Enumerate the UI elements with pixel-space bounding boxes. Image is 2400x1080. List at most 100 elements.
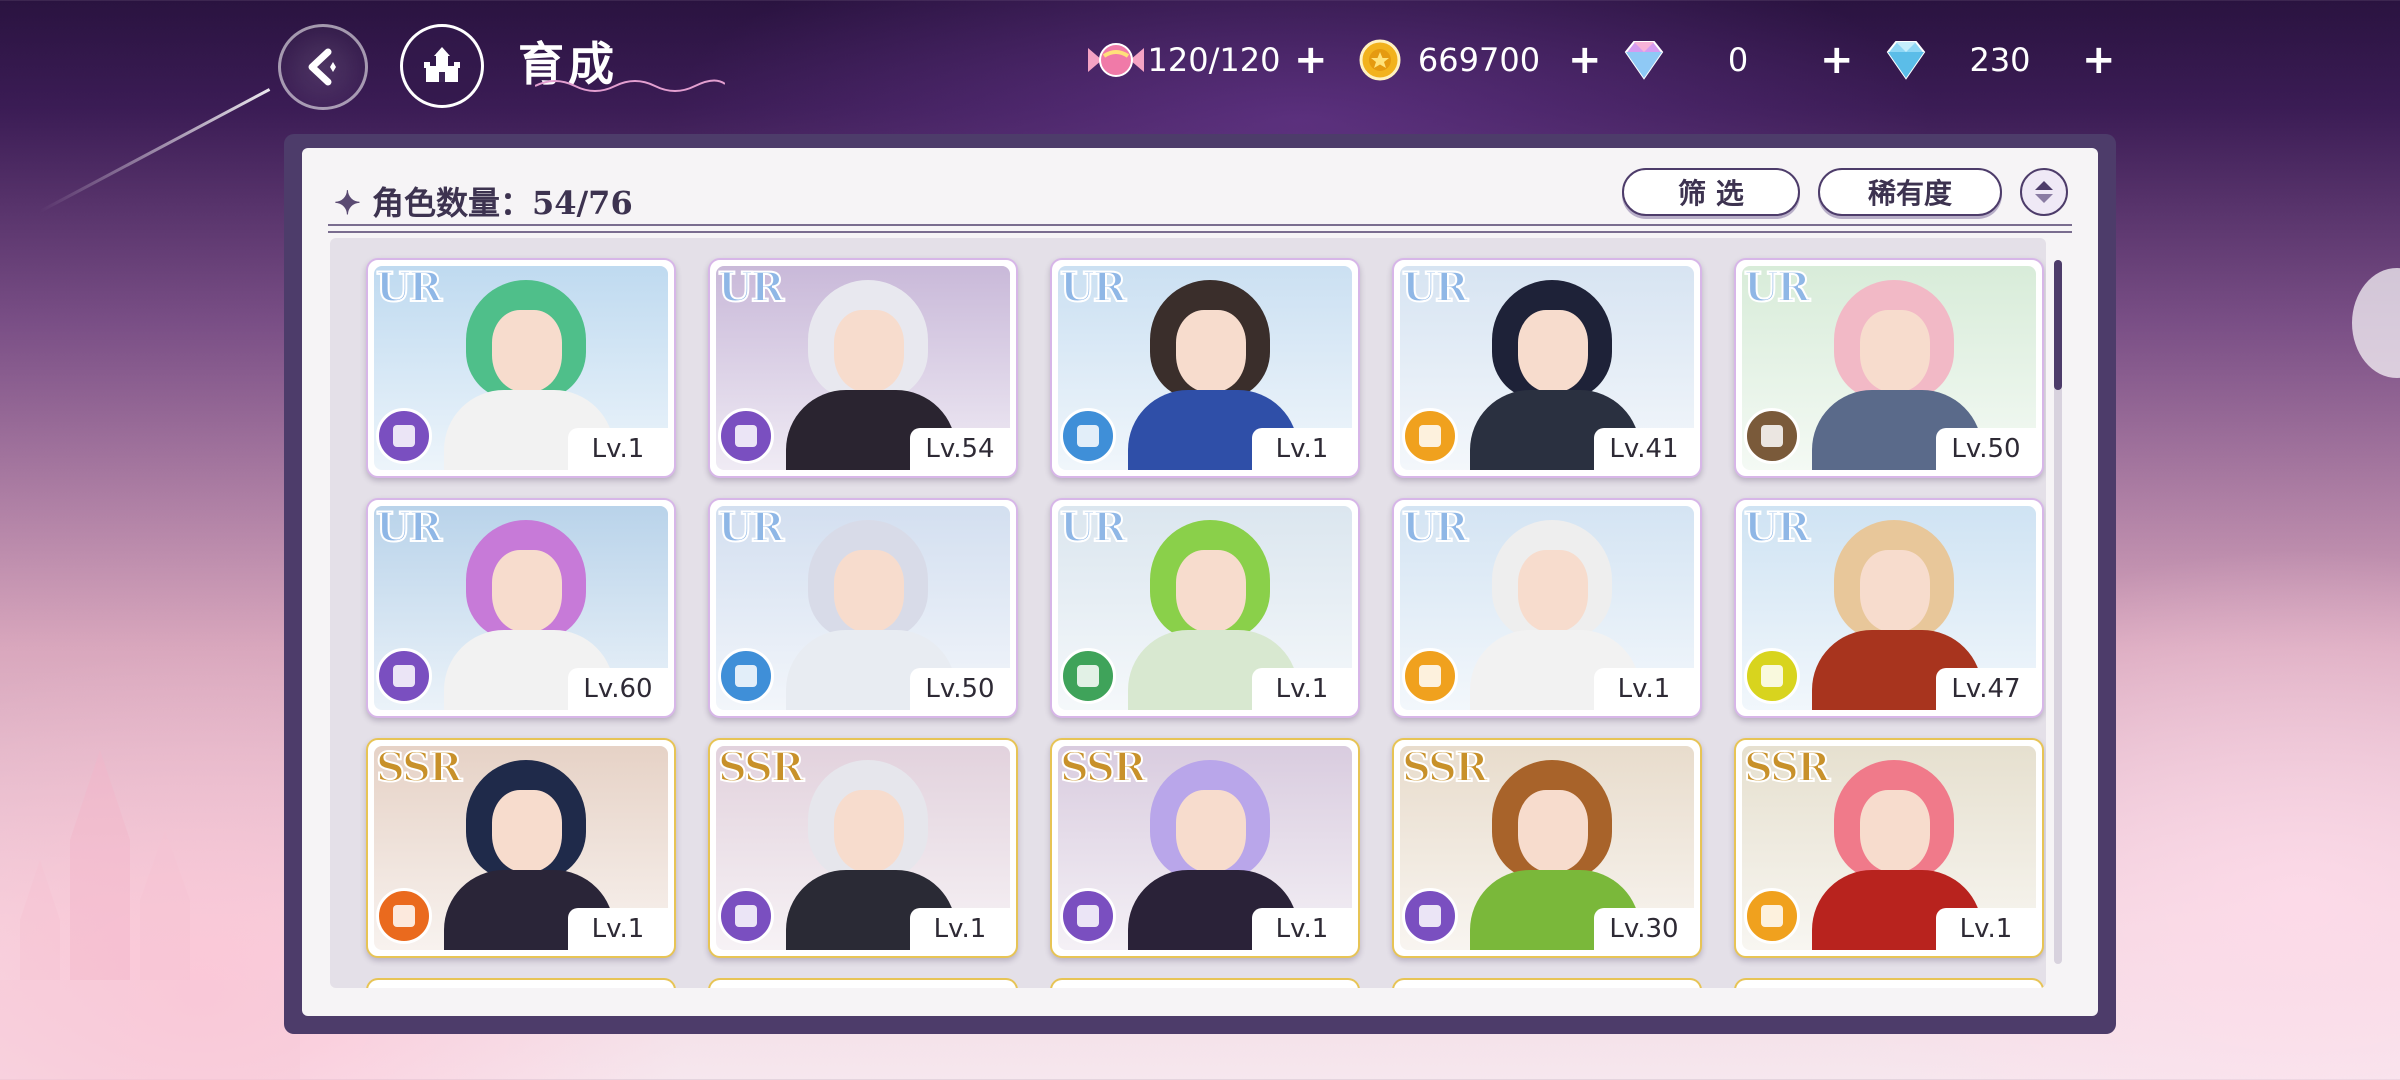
rainbow-gem-icon: [1624, 41, 1664, 80]
character-card[interactable]: UR Lv.1: [1050, 258, 1360, 478]
level-label: Lv.1: [568, 428, 668, 470]
rarity-label: UR: [1743, 503, 1811, 552]
sort-order-button[interactable]: [2020, 168, 2068, 216]
panel-header: ✦ 角色数量：54/76 筛 选 稀有度: [302, 148, 2098, 233]
character-card[interactable]: SSR Lv.1: [1050, 738, 1360, 958]
rarity-label: SSR: [1059, 743, 1147, 792]
attribute-icon: [1060, 888, 1116, 944]
sparkle-icon: ✦: [334, 184, 372, 222]
character-card-peek[interactable]: [708, 978, 1018, 988]
attribute-icon: [718, 648, 774, 704]
diamond-icon: [1886, 41, 1926, 80]
character-card[interactable]: UR Lv.50: [708, 498, 1018, 718]
level-label: Lv.50: [1936, 428, 2036, 470]
rarity-label: UR: [375, 503, 443, 552]
character-count: ✦ 角色数量：54/76: [334, 184, 633, 222]
character-card[interactable]: SSR Lv.1: [1734, 738, 2044, 958]
title-script-decoration: [535, 79, 725, 92]
rarity-label: UR: [1401, 263, 1469, 312]
character-card[interactable]: UR Lv.47: [1734, 498, 2044, 718]
rarity-label: SSR: [1743, 743, 1831, 792]
character-card-peek[interactable]: [1734, 978, 2044, 988]
rarity-label: SSR: [375, 743, 463, 792]
rainbow-gem-value: 0: [1727, 41, 1749, 79]
gold-coin-icon: [1359, 39, 1401, 81]
level-label: Lv.54: [910, 428, 1010, 470]
diamond-value: 230: [1969, 41, 2031, 79]
character-card[interactable]: UR Lv.1: [1392, 498, 1702, 718]
scrollbar-thumb[interactable]: [2054, 260, 2062, 390]
castle-silhouette-decoration: [0, 750, 300, 1080]
gold-add-button[interactable]: +: [1568, 37, 1602, 83]
attribute-icon: [718, 408, 774, 464]
level-label: Lv.30: [1594, 908, 1694, 950]
level-label: Lv.41: [1594, 428, 1694, 470]
attribute-icon: [1744, 648, 1800, 704]
back-button[interactable]: [278, 24, 368, 110]
level-label: Lv.1: [1936, 908, 2036, 950]
diamond-add-button[interactable]: +: [2082, 37, 2116, 83]
character-card[interactable]: UR Lv.41: [1392, 258, 1702, 478]
level-label: Lv.1: [1594, 668, 1694, 710]
character-card[interactable]: UR Lv.50: [1734, 258, 2044, 478]
character-grid: UR Lv.1 UR Lv.54 UR Lv.1 UR Lv.41 UR Lv.50 UR Lv.60…: [330, 238, 2046, 988]
castle-home-icon: [424, 47, 460, 82]
character-card[interactable]: UR Lv.60: [366, 498, 676, 718]
candy-icon: [1088, 43, 1144, 77]
rarity-label: UR: [1743, 263, 1811, 312]
character-card-peek[interactable]: [1050, 978, 1360, 988]
character-card[interactable]: UR Lv.54: [708, 258, 1018, 478]
character-card[interactable]: SSR Lv.1: [708, 738, 1018, 958]
level-label: Lv.1: [568, 908, 668, 950]
attribute-icon: [1402, 888, 1458, 944]
character-card[interactable]: UR Lv.1: [366, 258, 676, 478]
level-label: Lv.60: [568, 668, 668, 710]
rarity-sort-button[interactable]: 稀有度: [1818, 168, 2002, 216]
character-card[interactable]: SSR Lv.30: [1392, 738, 1702, 958]
rarity-label: UR: [1401, 503, 1469, 552]
attribute-icon: [1402, 648, 1458, 704]
gold-value: 669700: [1417, 41, 1541, 79]
header-divider: [328, 224, 2072, 233]
level-label: Lv.47: [1936, 668, 2036, 710]
rarity-label: UR: [717, 503, 785, 552]
rarity-label: SSR: [717, 743, 805, 792]
sort-arrows-icon: [2035, 181, 2053, 203]
character-card-peek[interactable]: [1392, 978, 1702, 988]
rainbow-gem-add-button[interactable]: +: [1820, 37, 1854, 83]
attribute-icon: [376, 888, 432, 944]
home-button[interactable]: [400, 24, 484, 108]
filter-button[interactable]: 筛 选: [1622, 168, 1800, 216]
diamond-resource: 230 +: [1882, 36, 2116, 84]
candy-add-button[interactable]: +: [1294, 37, 1328, 83]
rarity-label: UR: [375, 263, 443, 312]
level-label: Lv.1: [1252, 908, 1352, 950]
attribute-icon: [1402, 408, 1458, 464]
candy-resource: 120/120 +: [1086, 36, 1328, 84]
level-label: Lv.1: [910, 908, 1010, 950]
candy-value: 120/120: [1147, 41, 1281, 79]
attribute-icon: [1060, 648, 1116, 704]
rarity-label: UR: [1059, 263, 1127, 312]
character-panel: ✦ 角色数量：54/76 筛 选 稀有度 UR Lv.1 UR Lv.54 UR Lv.1…: [302, 148, 2098, 1016]
top-bar: 育成 120/120 + 669700 + 0 + 230 +: [0, 0, 2400, 120]
attribute-icon: [1060, 408, 1116, 464]
attribute-icon: [376, 648, 432, 704]
rainbow-gem-resource: 0 +: [1620, 36, 1854, 84]
rarity-label: UR: [1059, 503, 1127, 552]
character-card[interactable]: SSR Lv.1: [366, 738, 676, 958]
back-arrow-icon: [308, 48, 336, 86]
character-card-peek[interactable]: [366, 978, 676, 988]
attribute-icon: [1744, 408, 1800, 464]
attribute-icon: [1744, 888, 1800, 944]
attribute-icon: [718, 888, 774, 944]
grid-scrollbar[interactable]: [2054, 260, 2062, 964]
level-label: Lv.50: [910, 668, 1010, 710]
rarity-label: SSR: [1401, 743, 1489, 792]
level-label: Lv.1: [1252, 668, 1352, 710]
level-label: Lv.1: [1252, 428, 1352, 470]
gold-resource: 669700 +: [1358, 36, 1602, 84]
attribute-icon: [376, 408, 432, 464]
character-card[interactable]: UR Lv.1: [1050, 498, 1360, 718]
rarity-label: UR: [717, 263, 785, 312]
